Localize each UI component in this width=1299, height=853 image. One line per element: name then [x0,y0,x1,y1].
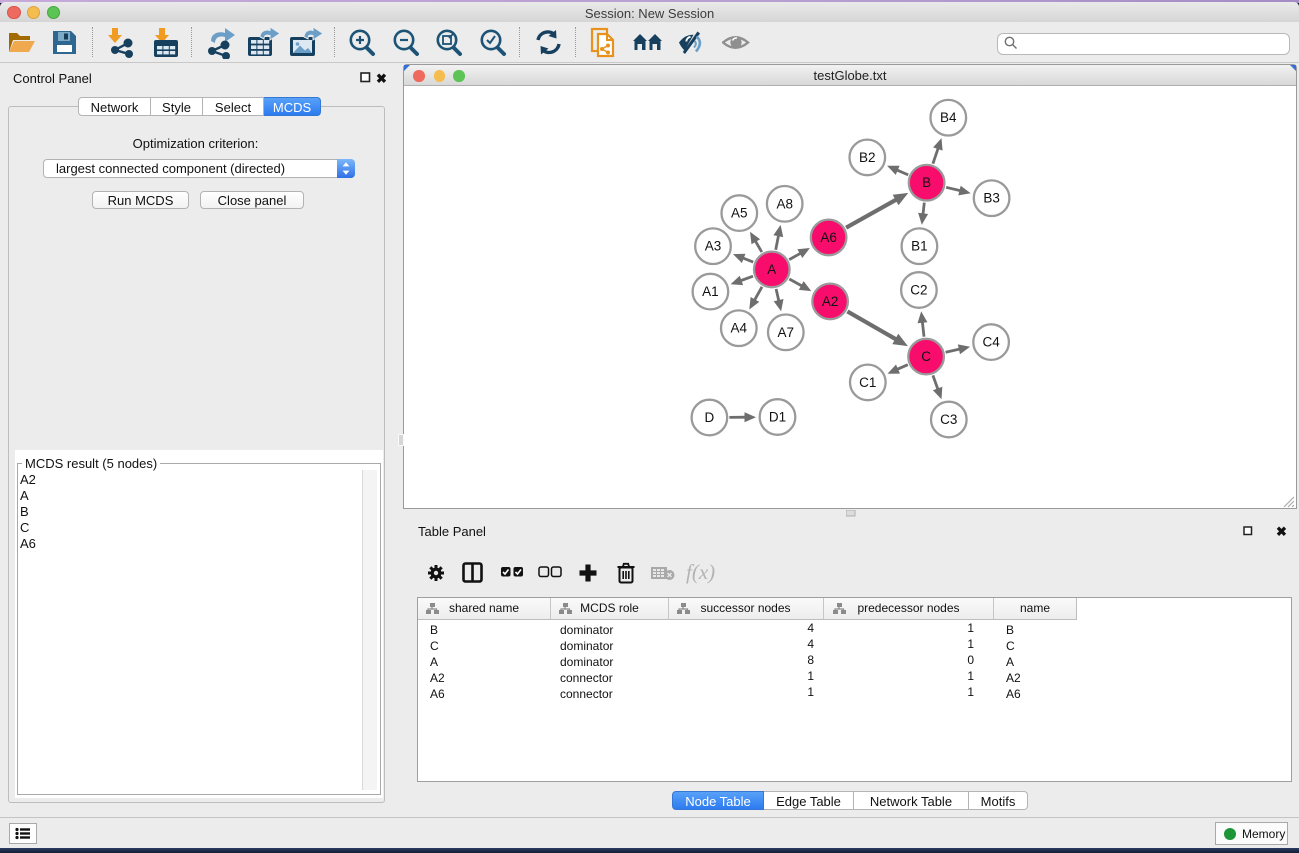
svg-text:A1: A1 [702,284,719,299]
svg-text:A2: A2 [822,294,839,309]
svg-text:C1: C1 [859,375,876,390]
svg-text:B1: B1 [911,239,928,254]
svg-text:B2: B2 [859,150,876,165]
svg-text:B: B [922,175,931,190]
svg-text:B4: B4 [940,110,957,125]
svg-text:A7: A7 [778,325,795,340]
svg-text:B3: B3 [983,191,1000,206]
svg-text:A3: A3 [705,239,722,254]
svg-text:D1: D1 [769,410,786,425]
svg-text:A5: A5 [731,206,748,221]
svg-text:A4: A4 [731,321,748,336]
svg-text:C2: C2 [910,283,927,298]
svg-text:A8: A8 [776,196,793,211]
svg-text:A: A [767,262,776,277]
svg-text:A6: A6 [820,230,837,245]
svg-text:D: D [705,410,715,425]
svg-text:C4: C4 [982,335,1000,350]
svg-text:C3: C3 [940,412,957,427]
svg-text:C: C [921,349,931,364]
